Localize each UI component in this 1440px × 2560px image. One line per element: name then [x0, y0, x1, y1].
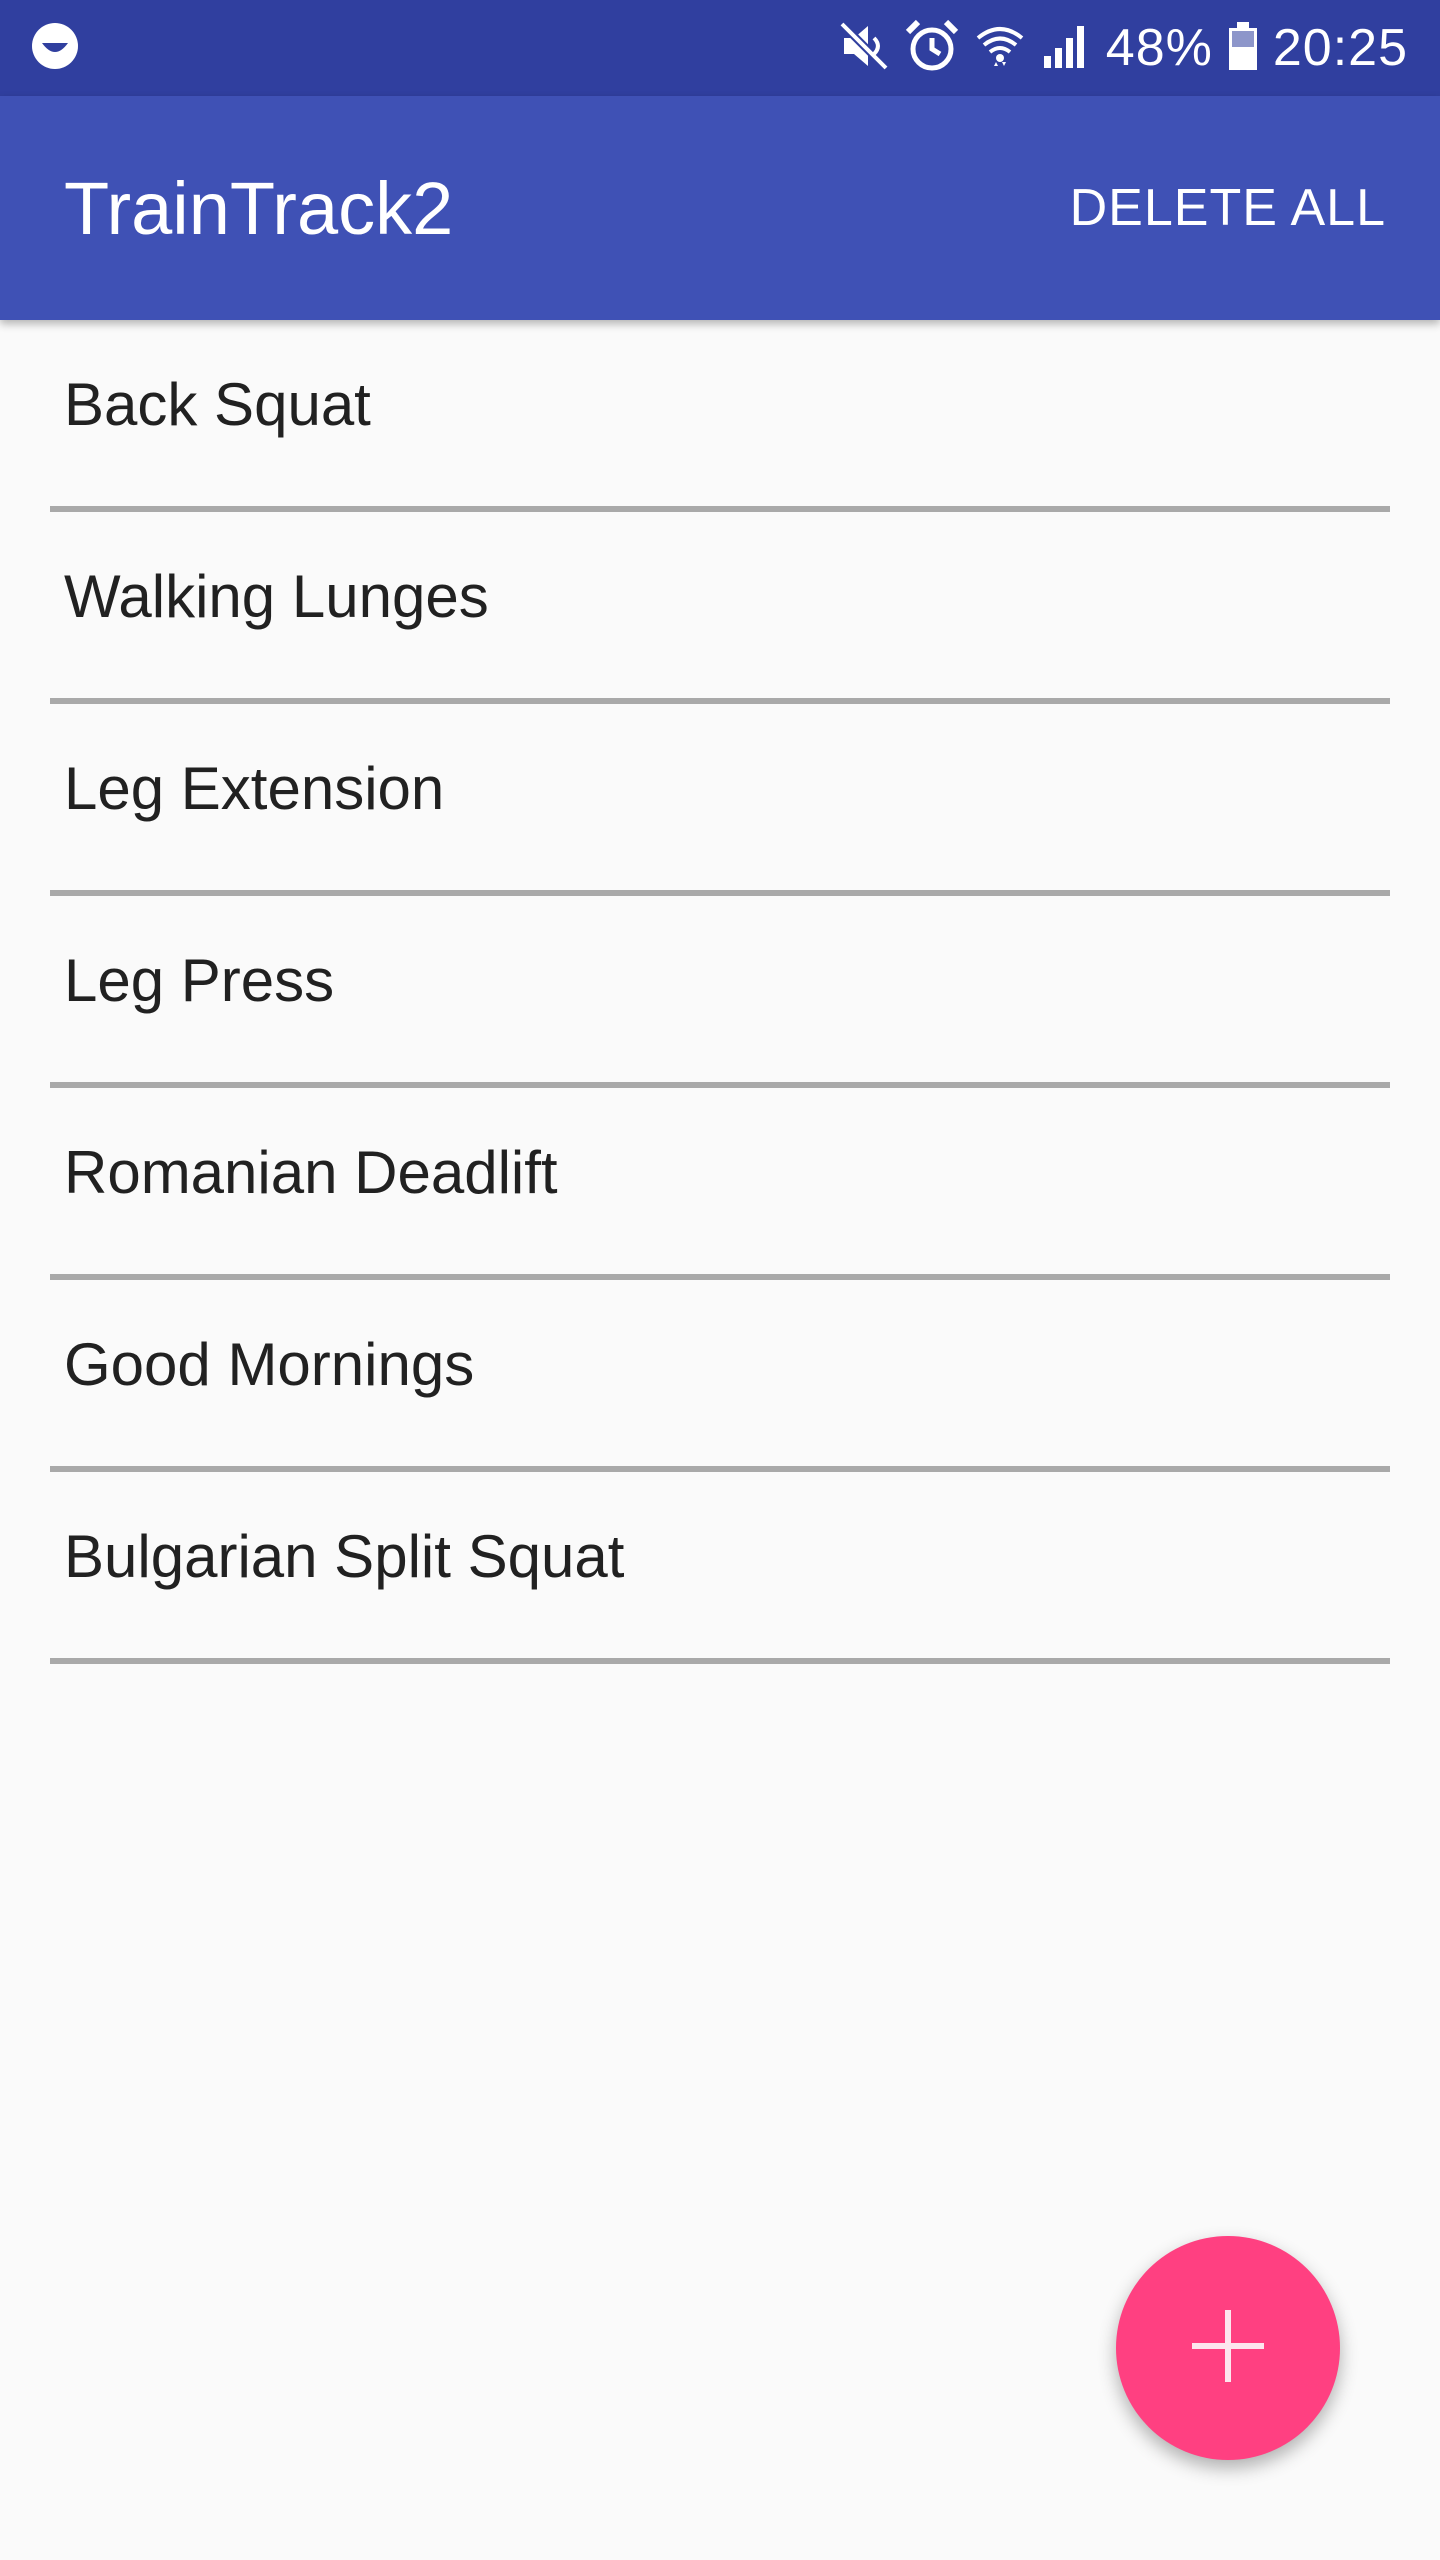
plus-icon — [1188, 2306, 1268, 2391]
add-exercise-button[interactable] — [1116, 2236, 1340, 2460]
clock: 20:25 — [1272, 19, 1408, 77]
app-bar: TrainTrack2 DELETE ALL — [0, 96, 1440, 320]
list-item-label: Romanian Deadlift — [64, 1139, 558, 1206]
list-item-label: Bulgarian Split Squat — [64, 1523, 625, 1590]
list-item[interactable]: Back Squat — [0, 320, 1440, 512]
list-item[interactable]: Bulgarian Split Squat — [0, 1472, 1440, 1664]
exercise-list: Back Squat Walking Lunges Leg Extension … — [0, 320, 1440, 1664]
list-item[interactable]: Leg Extension — [0, 704, 1440, 896]
alarm-icon — [904, 18, 960, 79]
battery-icon — [1227, 20, 1259, 77]
delete-all-button[interactable]: DELETE ALL — [1064, 158, 1392, 258]
list-item-label: Leg Press — [64, 947, 335, 1014]
status-bar: 48% 20:25 — [0, 0, 1440, 96]
list-item[interactable]: Leg Press — [0, 896, 1440, 1088]
wifi-icon — [974, 20, 1026, 77]
battery-percent: 48% — [1105, 19, 1213, 77]
list-item[interactable]: Walking Lunges — [0, 512, 1440, 704]
smiley-icon — [30, 21, 80, 76]
list-item-label: Leg Extension — [64, 755, 445, 822]
mute-icon — [838, 20, 890, 77]
app-title: TrainTrack2 — [64, 166, 454, 250]
list-item-label: Back Squat — [64, 371, 371, 438]
signal-icon — [1040, 20, 1092, 77]
divider — [50, 1658, 1390, 1664]
list-item[interactable]: Good Mornings — [0, 1280, 1440, 1472]
list-item[interactable]: Romanian Deadlift — [0, 1088, 1440, 1280]
list-item-label: Good Mornings — [64, 1331, 475, 1398]
list-item-label: Walking Lunges — [64, 563, 489, 630]
